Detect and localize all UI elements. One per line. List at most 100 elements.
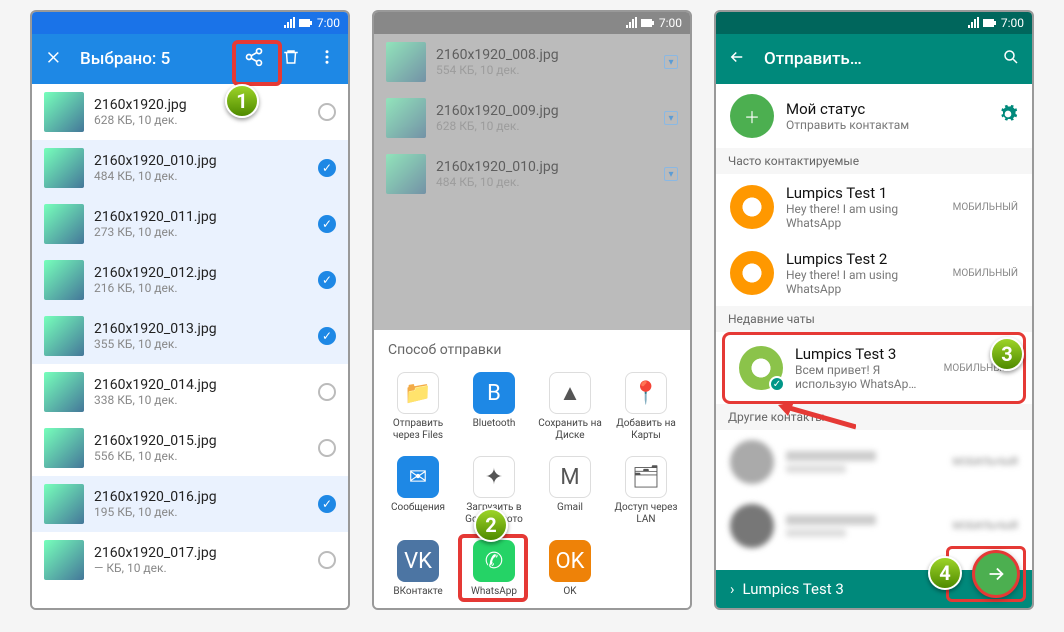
app-icon: M bbox=[549, 456, 591, 498]
file-row[interactable]: 2160x1920_014.jpg 338 КБ, 10 дек. bbox=[32, 364, 348, 420]
share-app[interactable]: ▲ Сохранить на Диске bbox=[532, 368, 608, 446]
my-status-title: Мой статус bbox=[786, 100, 986, 118]
callout-2: 2 bbox=[474, 508, 508, 542]
checkbox-checked-icon[interactable]: ✓ bbox=[318, 159, 336, 177]
clock: 7:00 bbox=[659, 16, 682, 30]
gear-icon[interactable] bbox=[998, 104, 1018, 128]
file-sub: 554 КБ, 10 дек. bbox=[436, 63, 654, 77]
file-name: 2160x1920.jpg bbox=[94, 97, 308, 113]
highlight-whatsapp bbox=[458, 534, 528, 602]
arrow-icon bbox=[776, 402, 856, 432]
app-label: ВКонтакте bbox=[382, 586, 454, 598]
contact-type: МОБИЛЬНЫЙ bbox=[953, 521, 1018, 532]
contact-status: Hey there! I am using WhatsApp bbox=[786, 268, 941, 296]
checkbox-checked-icon[interactable]: ✓ bbox=[318, 271, 336, 289]
file-sub: — КБ, 10 дек. bbox=[94, 561, 308, 575]
share-app[interactable]: 📍 Добавить на Карты bbox=[608, 368, 684, 446]
contact-status bbox=[786, 465, 846, 473]
wa-section-other: Другие контакты bbox=[716, 404, 1032, 430]
close-icon[interactable] bbox=[44, 48, 62, 70]
wa-contact[interactable]: Lumpics Test 2 Hey there! I am using Wha… bbox=[716, 240, 1032, 306]
signal-icon bbox=[967, 17, 979, 29]
file-row[interactable]: 2160x1920_017.jpg — КБ, 10 дек. bbox=[32, 532, 348, 588]
share-app[interactable]: 🗂 Доступ через LAN bbox=[608, 452, 684, 530]
chevron-down-icon: ▾ bbox=[664, 55, 678, 69]
signal-icon bbox=[625, 17, 637, 29]
send-fab[interactable] bbox=[972, 550, 1020, 598]
callout-1: 1 bbox=[225, 84, 259, 118]
wa-my-status[interactable]: ＋ Мой статус Отправить контактам bbox=[716, 84, 1032, 148]
share-app[interactable]: ✉ Сообщения bbox=[380, 452, 456, 530]
share-app[interactable]: B Bluetooth bbox=[456, 368, 532, 446]
checkbox-checked-icon[interactable]: ✓ bbox=[318, 215, 336, 233]
file-list[interactable]: 2160x1920.jpg 628 КБ, 10 дек. 2160x1920_… bbox=[32, 84, 348, 608]
more-icon[interactable] bbox=[318, 48, 336, 70]
file-name: 2160x1920_016.jpg bbox=[94, 489, 308, 505]
checkbox-checked-icon[interactable]: ✓ bbox=[318, 495, 336, 513]
avatar bbox=[730, 251, 774, 295]
wa-contact-selected[interactable]: ✓ Lumpics Test 3 Всем привет! Я использу… bbox=[722, 332, 1026, 404]
checkbox-icon[interactable] bbox=[318, 383, 336, 401]
highlight-share bbox=[232, 40, 282, 86]
file-row[interactable]: 2160x1920_011.jpg 273 КБ, 10 дек. ✓ bbox=[32, 196, 348, 252]
chevron-right-icon: › bbox=[730, 580, 735, 598]
battery-icon bbox=[299, 17, 313, 29]
selected-contact-label: Lumpics Test 3 bbox=[743, 580, 844, 598]
file-sub: 484 КБ, 10 дек. bbox=[94, 169, 308, 183]
delete-icon[interactable] bbox=[282, 48, 300, 70]
file-row[interactable]: 2160x1920_015.jpg 556 КБ, 10 дек. bbox=[32, 420, 348, 476]
file-thumbnail bbox=[44, 428, 84, 468]
clock: 7:00 bbox=[1001, 16, 1024, 30]
search-icon[interactable] bbox=[1002, 48, 1020, 70]
wa-contact[interactable]: МОБИЛЬНЫЙ bbox=[716, 430, 1032, 494]
avatar bbox=[730, 185, 774, 229]
file-row[interactable]: 2160x1920_013.jpg 355 КБ, 10 дек. ✓ bbox=[32, 308, 348, 364]
checkbox-icon[interactable] bbox=[318, 551, 336, 569]
battery-icon bbox=[641, 17, 655, 29]
checkbox-icon[interactable] bbox=[318, 439, 336, 457]
app-label: Сообщения bbox=[382, 502, 454, 514]
app-icon: VK bbox=[397, 540, 439, 582]
signal-icon bbox=[283, 17, 295, 29]
contact-name bbox=[786, 451, 876, 461]
callout-3: 3 bbox=[990, 337, 1024, 371]
file-name: 2160x1920_011.jpg bbox=[94, 209, 308, 225]
status-bar: 7:00 bbox=[716, 12, 1032, 34]
avatar bbox=[730, 440, 774, 484]
file-row[interactable]: 2160x1920_010.jpg 484 КБ, 10 дек. ✓ bbox=[32, 140, 348, 196]
share-app[interactable]: VK ВКонтакте bbox=[380, 536, 456, 602]
wa-contact[interactable]: Lumpics Test 1 Hey there! I am using Wha… bbox=[716, 174, 1032, 240]
file-thumbnail bbox=[44, 372, 84, 412]
checkbox-icon[interactable] bbox=[318, 103, 336, 121]
callout-4: 4 bbox=[928, 556, 962, 590]
share-app[interactable]: 📁 Отправить через Files bbox=[380, 368, 456, 446]
share-app[interactable]: OK OK bbox=[532, 536, 608, 602]
clock: 7:00 bbox=[317, 16, 340, 30]
screen-share-sheet: 7:00 2160x1920_008.jpg 554 КБ, 10 дек. ▾… bbox=[372, 10, 692, 610]
contact-status: Hey there! I am using WhatsApp bbox=[786, 202, 941, 230]
app-icon: OK bbox=[549, 540, 591, 582]
share-app[interactable]: M Gmail bbox=[532, 452, 608, 530]
file-row[interactable]: 2160x1920_012.jpg 216 КБ, 10 дек. ✓ bbox=[32, 252, 348, 308]
file-row[interactable]: 2160x1920.jpg 628 КБ, 10 дек. bbox=[32, 84, 348, 140]
file-thumbnail bbox=[44, 260, 84, 300]
file-row: 2160x1920_009.jpg 628 КБ, 10 дек. ▾ bbox=[374, 90, 690, 146]
chevron-down-icon: ▾ bbox=[664, 167, 678, 181]
file-sub: 273 КБ, 10 дек. bbox=[94, 225, 308, 239]
wa-app-bar: Отправить… bbox=[716, 34, 1032, 84]
file-sub: 338 КБ, 10 дек. bbox=[94, 393, 308, 407]
file-row[interactable]: 2160x1920_016.jpg 195 КБ, 10 дек. ✓ bbox=[32, 476, 348, 532]
app-icon: 🗂 bbox=[625, 456, 667, 498]
contact-name: Lumpics Test 2 bbox=[786, 250, 941, 268]
file-thumbnail bbox=[44, 316, 84, 356]
file-thumbnail bbox=[44, 148, 84, 188]
my-status-sub: Отправить контактам bbox=[786, 118, 986, 132]
file-name: 2160x1920_015.jpg bbox=[94, 433, 308, 449]
wa-section-recent: Недавние чаты bbox=[716, 306, 1032, 332]
app-label: OK bbox=[534, 586, 606, 598]
contact-status: Всем привет! Я использую WhatsAp… bbox=[795, 363, 932, 391]
file-name: 2160x1920_017.jpg bbox=[94, 545, 308, 561]
back-icon[interactable] bbox=[728, 48, 746, 70]
checkbox-checked-icon[interactable]: ✓ bbox=[318, 327, 336, 345]
wa-content[interactable]: ＋ Мой статус Отправить контактам Часто к… bbox=[716, 84, 1032, 570]
